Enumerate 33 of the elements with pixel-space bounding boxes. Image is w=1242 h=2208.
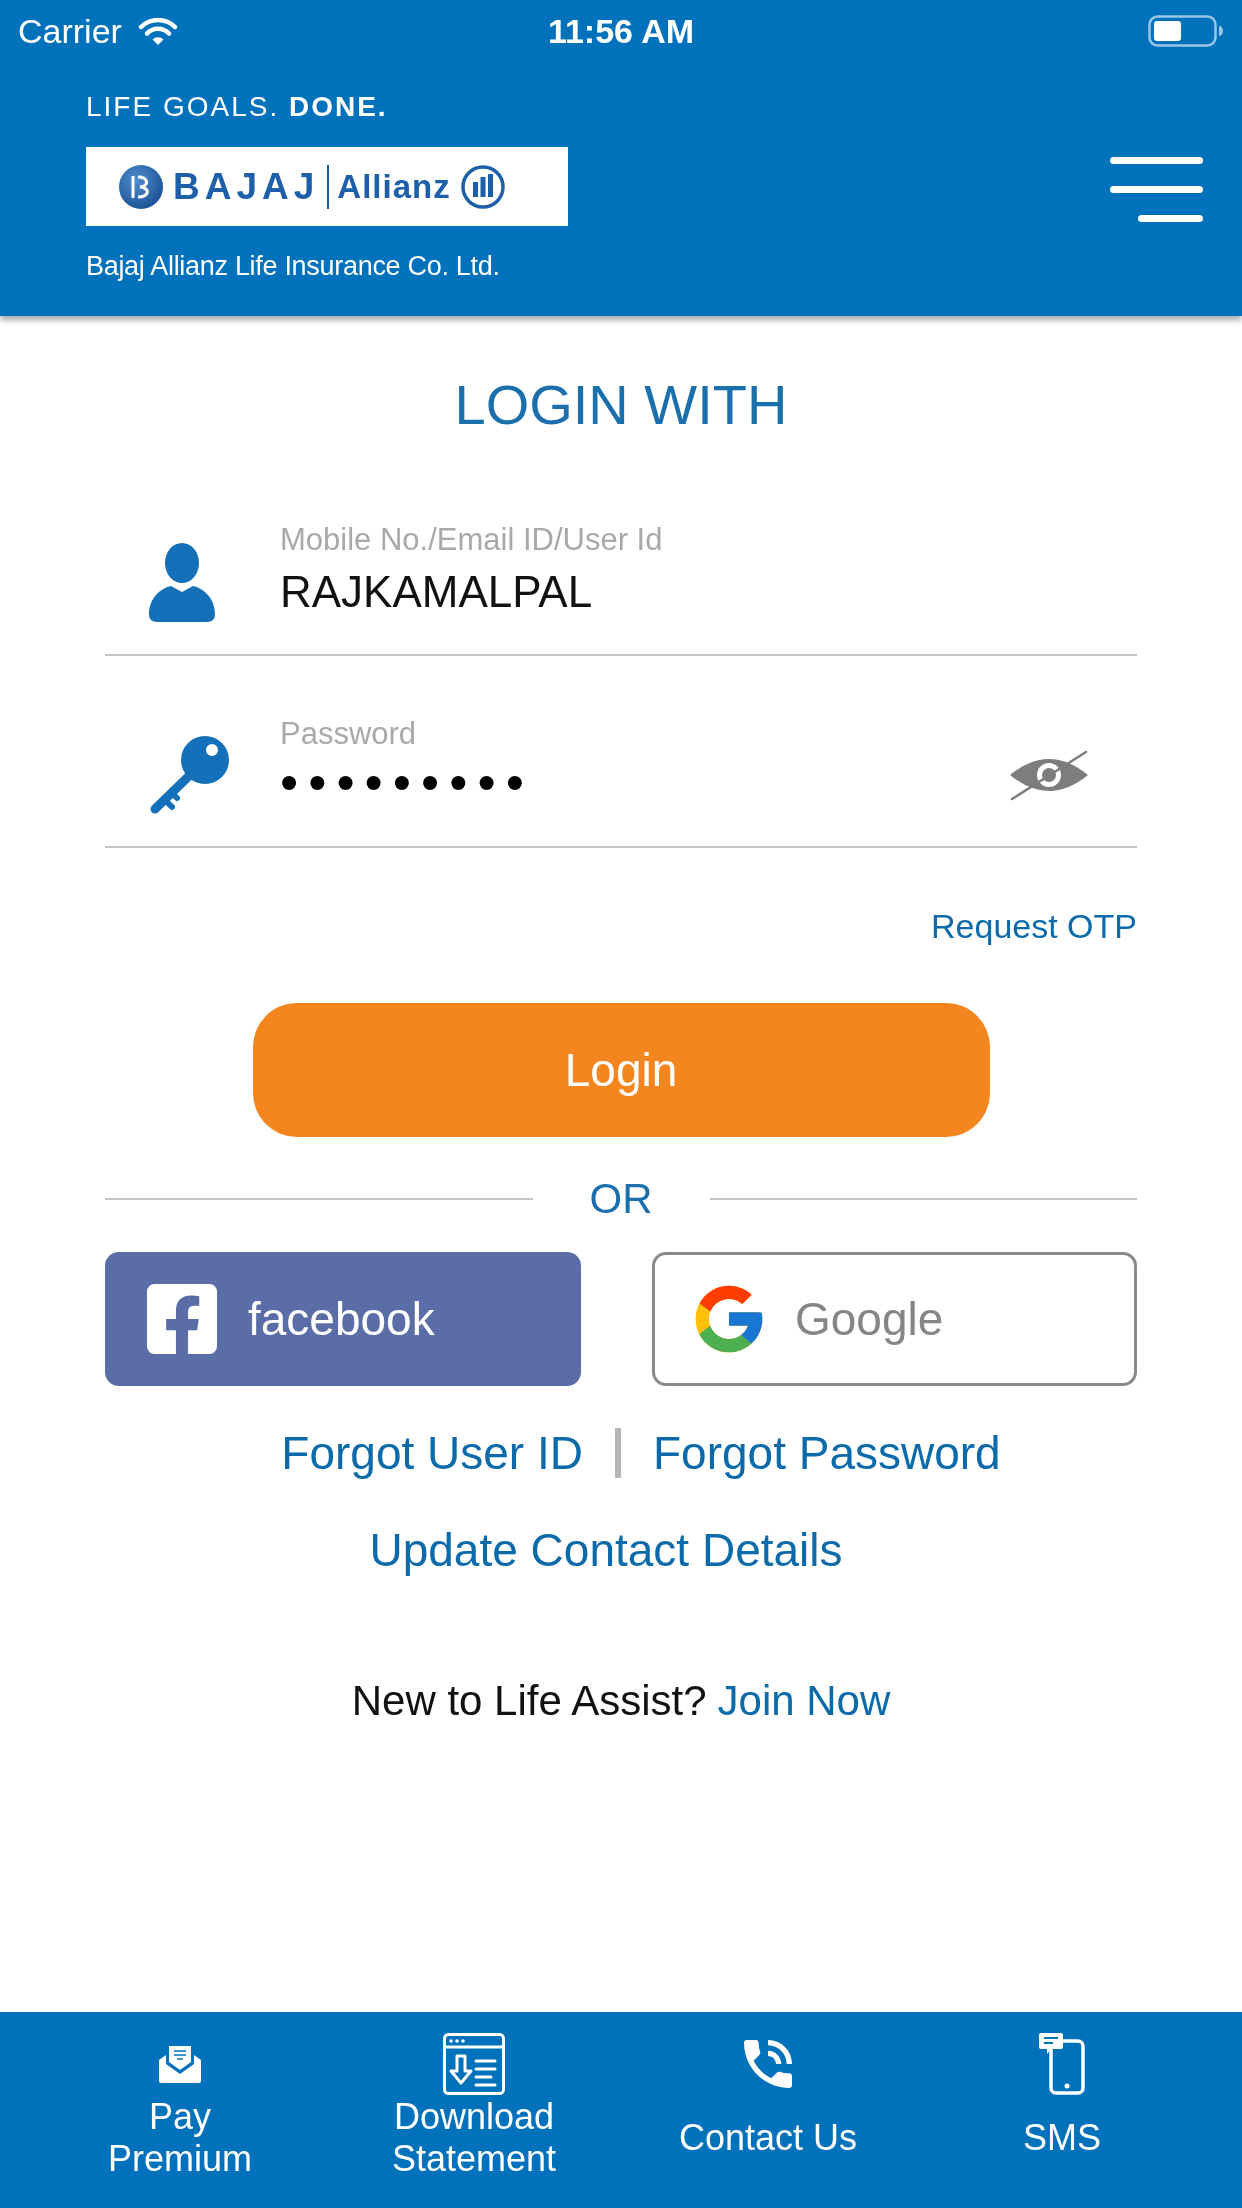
or-divider-text: OR xyxy=(588,1175,654,1223)
forgot-password-link[interactable]: Forgot Password xyxy=(652,1426,1001,1480)
user-id-field[interactable]: Mobile No./Email ID/User Id RAJKAMALPAL xyxy=(105,516,1137,656)
eye-slash-icon[interactable] xyxy=(1008,749,1090,801)
join-now-link[interactable]: Join Now xyxy=(717,1677,891,1725)
key-icon xyxy=(149,736,229,814)
google-login-button[interactable]: Google xyxy=(652,1252,1137,1386)
forgot-user-id-link[interactable]: Forgot User ID xyxy=(281,1426,583,1480)
tagline: LIFE GOALS. DONE. xyxy=(86,91,388,123)
disc-emblem-icon xyxy=(119,164,163,209)
logo-brand-name: BAJAJ xyxy=(173,166,320,207)
carrier-name: Carrier xyxy=(18,11,122,51)
signup-prompt-text: New to Life Assist? xyxy=(351,1677,707,1725)
facebook-login-button[interactable]: facebook xyxy=(105,1252,581,1386)
mobile-message-icon xyxy=(1039,2033,1085,2095)
logo-partner-name: Allianz xyxy=(337,166,451,207)
battery-icon xyxy=(1148,15,1224,47)
user-icon xyxy=(149,542,215,622)
envelope-cash-icon xyxy=(159,2045,201,2083)
password-field[interactable]: Password ••••••••• xyxy=(105,710,1137,848)
status-time: 11:56 AM xyxy=(547,11,695,51)
document-download-icon xyxy=(443,2033,505,2095)
company-name: Bajaj Allianz Life Insurance Co. Ltd. xyxy=(86,250,500,282)
ring-bars-icon xyxy=(460,164,505,209)
pay-premium-button[interactable]: Pay Premium xyxy=(33,2032,327,2180)
wifi-icon xyxy=(137,16,178,46)
menu-icon[interactable] xyxy=(1110,157,1203,222)
contact-us-button[interactable]: Contact Us xyxy=(621,2032,915,2180)
download-statement-button[interactable]: Download Statement xyxy=(327,2032,621,2180)
request-otp-link[interactable]: Request OTP xyxy=(931,906,1137,946)
sms-button[interactable]: SMS xyxy=(915,2032,1209,2180)
update-contact-link[interactable]: Update Contact Details xyxy=(369,1523,843,1577)
login-title: LOGIN WITH xyxy=(454,373,788,437)
